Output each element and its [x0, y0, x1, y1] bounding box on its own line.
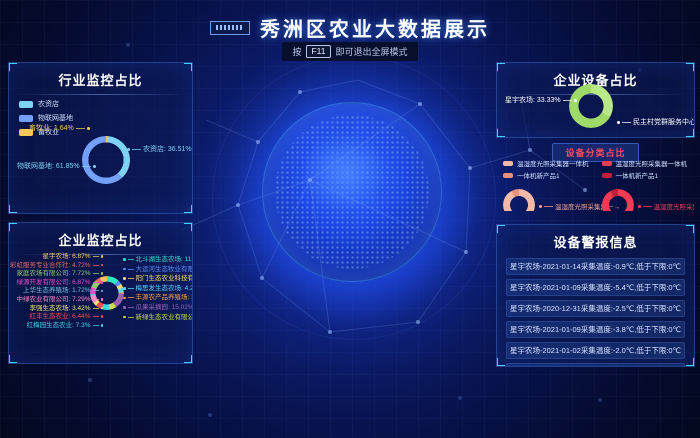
corner-accent — [8, 355, 17, 364]
globe — [262, 102, 442, 282]
legend-label: 温湿度光照采集器一体机 — [616, 158, 688, 168]
chart-label: 中绿农业有限公司: 7.29% — [16, 296, 103, 303]
corner-accent — [686, 129, 695, 138]
device-donut-chart[interactable] — [569, 84, 613, 128]
alert-row: 星宇农场-2021-01-09采集温度:-5.4℃,低于下限:0℃ — [506, 279, 685, 296]
alert-row: 星宇农场-2021-01-09采集温度:-0.9℃,低于下限:0℃ — [506, 363, 685, 367]
panel-title: 设备警报信息 — [497, 225, 694, 251]
corner-accent — [496, 62, 505, 71]
device-category-group: 温湿度光照采集器一体机 一体机新产品1 温湿度光照采集器一→ — [497, 157, 596, 211]
f11-keycap: F11 — [306, 45, 330, 58]
legend-item[interactable]: 温湿度光照采集器一体机 — [503, 158, 589, 168]
corner-accent — [184, 205, 193, 214]
chart-label: 上华生态养殖场: 1.72% — [23, 287, 103, 294]
alert-row: 星宇农场-2021-01-09采集温度:-3.8℃,低于下限:0℃ — [506, 321, 685, 338]
fullscreen-hint-bar: 按 F11 即可退出全屏模式 — [0, 42, 700, 61]
page-title: 秀洲区农业大数据展示 — [260, 13, 490, 42]
legend-swatch — [503, 161, 513, 166]
legend-item[interactable]: 温湿度光照采集器一体机 — [602, 158, 688, 168]
legend-swatch — [503, 173, 513, 178]
hint-suffix: 即可退出全屏模式 — [336, 45, 408, 58]
chart-label: 梅思发生态农场: 4.29 — [123, 285, 193, 292]
chart-label: 民主村党群服务中心: — [617, 117, 695, 127]
chart-label: 李强生态农场: 3.42% — [29, 305, 103, 312]
legend-swatch — [19, 115, 33, 122]
industry-donut-chart[interactable] — [82, 136, 130, 184]
chart-label: 新绿生态农业有限公司: 6.87% — [123, 314, 193, 321]
chart-label: 红梅园生态农业: 7.3% — [27, 322, 103, 329]
corner-accent — [184, 355, 193, 364]
chart-label: 畜牧业: 1.64% — [29, 123, 90, 133]
corner-accent — [184, 62, 193, 71]
legend-label: 一体机新产品1 — [616, 170, 659, 180]
chart-label: 绿源开发有限公司: 6.87% — [16, 279, 103, 286]
corner-accent — [686, 62, 695, 71]
enterprise-labels-left: 星宇农场: 6.87% 彩虹服务专业合作社: 4.72% 家庭农场有限公司: 7… — [11, 253, 103, 329]
corner-accent — [496, 224, 505, 233]
legend-label: 农资店 — [38, 99, 59, 109]
legend-item[interactable]: 物联网基地 — [19, 113, 73, 123]
chart-label: 星宇农场: 33.33% — [505, 95, 577, 105]
panel-device-category: 设备分类占比 温湿度光照采集器一体机 一体机新产品1 温湿度光照采集器一→ — [496, 139, 695, 212]
enterprise-labels-right: 北斗湖生态农场: 11.56% 大运河生态牧业有限责任公 阳门生态农业科技有限公… — [123, 256, 193, 321]
chart-label: 物联网基地: 61.85% — [17, 161, 96, 171]
corner-accent — [686, 358, 695, 367]
divider — [17, 94, 184, 95]
panel-enterprise-device: 企业设备占比 星宇农场: 33.33% 民主村党群服务中心: — [496, 62, 695, 138]
chart-label: 彩虹服务专业合作社: 4.72% — [10, 262, 103, 269]
alert-row: 星宇农场-2020-12-31采集温度:-2.5℃,低于下限:0℃ — [506, 300, 685, 317]
panel-enterprise-monitor: 企业监控占比 星宇农场: 6.87% 彩虹服务专业合作社: 4.72% 家庭农场… — [8, 222, 193, 364]
chart-label: 瓜果采摘园: 15.02% — [123, 304, 193, 311]
chart-label: 丰源农产品养殖场: 1. — [123, 294, 193, 301]
corner-accent — [496, 129, 505, 138]
chart-label: 大运河生态牧业有限责任公 — [123, 266, 193, 273]
legend-item[interactable]: 农资店 — [19, 99, 73, 109]
category-legend: 温湿度光照采集器一体机 一体机新产品1 — [602, 158, 688, 180]
chart-label: 红丰生态农业: 6.44% — [29, 313, 103, 320]
legend-item[interactable]: 一体机新产品1 — [503, 170, 589, 180]
alert-row: 星宇农场-2021-01-02采集温度:-2.0℃,低于下限:0℃ — [506, 342, 685, 359]
panel-title: 行业监控占比 — [9, 63, 192, 89]
corner-accent — [8, 205, 17, 214]
chart-label: 阳门生态农业科技有限公 — [123, 275, 193, 282]
alert-row: 星宇农场-2021-01-14采集温度:-0.9℃,低于下限:0℃ — [506, 258, 685, 275]
legend-item[interactable]: 一体机新产品1 — [602, 170, 688, 180]
legend-label: 温湿度光照采集器一体机 — [517, 158, 589, 168]
legend-swatch — [602, 173, 612, 178]
device-category-group: 温湿度光照采集器一体机 一体机新产品1 温湿度光照采集器一→ — [596, 157, 695, 211]
legend-label: 物联网基地 — [38, 113, 73, 123]
chart-label: 温湿度光照采集器一→ — [638, 201, 696, 211]
corner-accent — [8, 222, 17, 231]
corner-accent — [184, 222, 193, 231]
corner-accent — [686, 224, 695, 233]
chart-label: 家庭农场有限公司: 7.72% — [16, 270, 103, 277]
legend-swatch — [602, 161, 612, 166]
legend-label: 一体机新产品1 — [517, 170, 560, 180]
header: 秀洲区农业大数据展示 — [0, 13, 700, 42]
alert-list: 星宇农场-2021-01-14采集温度:-0.9℃,低于下限:0℃ 星宇农场-2… — [506, 258, 685, 367]
panel-title: 企业监控占比 — [9, 223, 192, 249]
category-donut-chart[interactable] — [503, 189, 535, 212]
brand-logo-icon — [210, 21, 250, 35]
corner-accent — [8, 62, 17, 71]
chart-label: 星宇农场: 6.87% — [42, 253, 103, 260]
corner-accent — [496, 358, 505, 367]
category-donut-chart[interactable] — [602, 189, 634, 212]
category-legend: 温湿度光照采集器一体机 一体机新产品1 — [503, 158, 589, 180]
legend-swatch — [19, 101, 33, 108]
hint-prefix: 按 — [292, 45, 301, 58]
chart-label: 农资店: 36.51% — [127, 144, 192, 154]
chart-label: 北斗湖生态农场: 11.56% — [123, 256, 193, 263]
panel-device-alerts: 设备警报信息 星宇农场-2021-01-14采集温度:-0.9℃,低于下限:0℃… — [496, 224, 695, 367]
panel-industry-monitor: 行业监控占比 农资店 物联网基地 畜牧业 畜牧业: 1.64% 农资店: 36.… — [8, 62, 193, 214]
